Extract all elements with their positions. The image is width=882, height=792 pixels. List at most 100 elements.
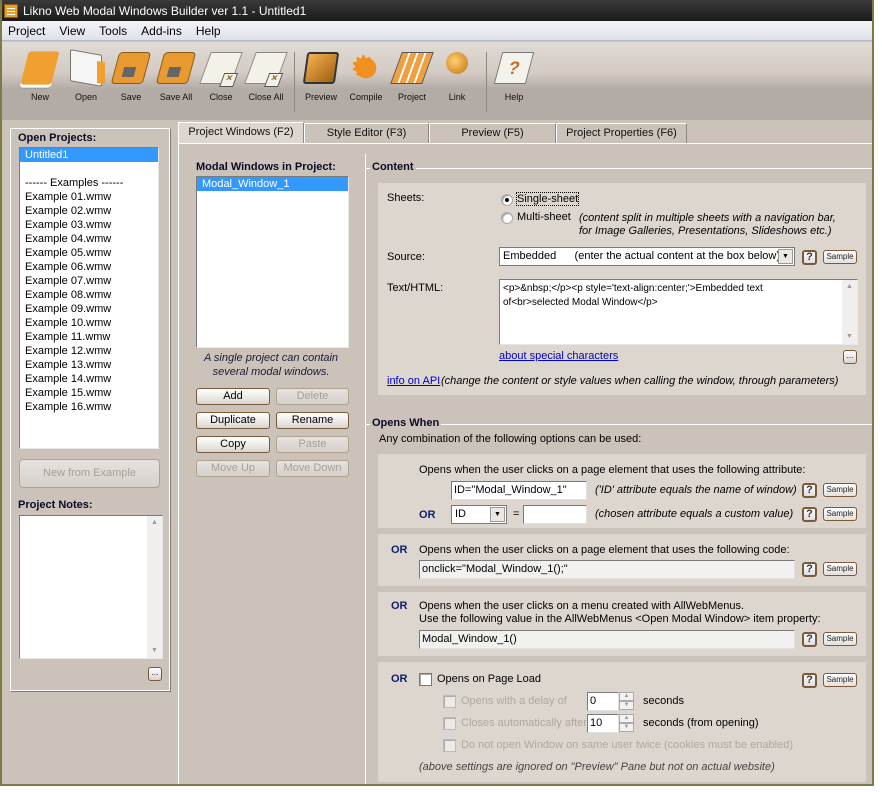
multi-sheet-label[interactable]: Multi-sheet xyxy=(517,211,571,223)
scroll-up-icon[interactable]: ▲ xyxy=(842,280,857,294)
menu-sample-button[interactable]: Sample xyxy=(823,632,857,646)
delete-button[interactable]: Delete xyxy=(276,388,349,405)
move-down-button[interactable]: Move Down xyxy=(276,460,349,477)
page-load-label[interactable]: Opens on Page Load xyxy=(437,673,541,685)
open-button[interactable]: Open xyxy=(63,49,109,102)
save-all-button[interactable]: Save All xyxy=(153,52,199,102)
tab-style-editor[interactable]: Style Editor (F3) xyxy=(304,123,429,144)
preview-button[interactable]: Preview xyxy=(298,52,344,102)
menu-value-field[interactable]: Modal_Window_1() xyxy=(419,630,795,649)
close-button[interactable]: Close xyxy=(198,52,244,102)
project-item[interactable]: Example 05.wmw xyxy=(20,246,158,260)
api-info-link[interactable]: info on API xyxy=(387,375,440,387)
project-item[interactable]: Example 10.wmw xyxy=(20,316,158,330)
scroll-up-icon[interactable]: ▲ xyxy=(147,516,162,530)
autoclose-checkbox[interactable] xyxy=(443,717,456,730)
project-item[interactable]: Example 09.wmw xyxy=(20,302,158,316)
notes-ellipsis-button[interactable]: ... xyxy=(148,667,162,681)
project-item[interactable]: Example 16.wmw xyxy=(20,400,158,414)
text-html-scrollbar[interactable]: ▲ ▼ xyxy=(842,280,857,344)
code-sample-button[interactable]: Sample xyxy=(823,562,857,576)
source-select[interactable]: Embedded (enter the actual content at th… xyxy=(499,247,795,266)
delay-checkbox[interactable] xyxy=(443,695,456,708)
scroll-down-icon[interactable]: ▼ xyxy=(147,644,162,658)
move-up-button[interactable]: Move Up xyxy=(196,460,270,477)
special-characters-link[interactable]: about special characters xyxy=(499,350,618,362)
code-help-button[interactable]: ? xyxy=(802,562,817,577)
project-item[interactable]: Example 13.wmw xyxy=(20,358,158,372)
delay-label: Opens with a delay of xyxy=(461,695,567,707)
copy-button[interactable]: Copy xyxy=(196,436,270,453)
multi-sheet-radio[interactable] xyxy=(501,212,513,224)
code-value-field[interactable]: onclick="Modal_Window_1();" xyxy=(419,560,795,579)
project-item[interactable]: Example 01.wmw xyxy=(20,190,158,204)
source-help-button[interactable]: ? xyxy=(802,250,817,265)
project-item[interactable]: Untitled1 xyxy=(20,148,158,162)
dropdown-arrow-icon[interactable]: ▼ xyxy=(490,507,505,522)
close-all-button[interactable]: Close All xyxy=(243,52,289,102)
duplicate-button[interactable]: Duplicate xyxy=(196,412,270,429)
custom-sample-button[interactable]: Sample xyxy=(823,507,857,521)
project-item[interactable]: Example 11.wmw xyxy=(20,330,158,344)
modal-window-item[interactable]: Modal_Window_1 xyxy=(197,177,348,191)
project-item[interactable]: Example 06.wmw xyxy=(20,260,158,274)
page-load-help-button[interactable]: ? xyxy=(802,673,817,688)
page-load-sample-button[interactable]: Sample xyxy=(823,673,857,687)
project-item[interactable]: Example 02.wmw xyxy=(20,204,158,218)
page-load-checkbox[interactable] xyxy=(419,673,432,686)
rename-button[interactable]: Rename xyxy=(276,412,349,429)
custom-value-field[interactable] xyxy=(523,505,587,524)
menu-add-ins[interactable]: Add-ins xyxy=(135,24,190,38)
close-doc-icon xyxy=(199,52,243,84)
tab-preview[interactable]: Preview (F5) xyxy=(429,123,556,144)
project-item[interactable]: Example 07.wmw xyxy=(20,274,158,288)
project-item[interactable]: Example 08.wmw xyxy=(20,288,158,302)
tab-project-windows[interactable]: Project Windows (F2) xyxy=(178,122,304,144)
attribute-help-button[interactable]: ? xyxy=(802,483,817,498)
menu-project[interactable]: Project xyxy=(2,24,53,38)
add-button[interactable]: Add xyxy=(196,388,270,405)
autoclose-field[interactable]: 10 xyxy=(587,714,619,733)
page-load-option-section: OR Opens on Page Load ? Sample Opens wit… xyxy=(378,662,866,782)
open-projects-list[interactable]: Untitled1 ------ Examples ------ Example… xyxy=(19,147,159,449)
text-html-textarea[interactable]: <p>&nbsp;</p><p style='text-align:center… xyxy=(499,279,858,345)
once-per-user-checkbox[interactable] xyxy=(443,739,456,752)
custom-help-button[interactable]: ? xyxy=(802,507,817,522)
dropdown-arrow-icon[interactable]: ▼ xyxy=(778,249,793,264)
custom-attribute-select[interactable]: ID ▼ xyxy=(451,505,507,524)
text-html-ellipsis-button[interactable]: ... xyxy=(843,350,857,364)
menu-help[interactable]: Help xyxy=(190,24,229,38)
save-button[interactable]: Save xyxy=(108,52,154,102)
menu-help-button[interactable]: ? xyxy=(802,632,817,647)
project-item[interactable]: Example 12.wmw xyxy=(20,344,158,358)
project-button[interactable]: Project xyxy=(389,52,435,102)
project-item[interactable]: Example 14.wmw xyxy=(20,372,158,386)
app-icon[interactable] xyxy=(4,3,18,18)
link-button[interactable]: Link xyxy=(434,52,480,102)
compile-button[interactable]: Compile xyxy=(343,50,389,102)
single-sheet-radio[interactable] xyxy=(501,194,513,206)
menu-tools[interactable]: Tools xyxy=(93,24,135,38)
new-from-example-button[interactable]: New from Example xyxy=(19,459,160,488)
project-item[interactable]: Example 04.wmw xyxy=(20,232,158,246)
notes-scrollbar[interactable]: ▲ ▼ xyxy=(147,516,162,658)
scroll-down-icon[interactable]: ▼ xyxy=(842,330,857,344)
delay-field[interactable]: 0 xyxy=(587,692,619,711)
project-item[interactable]: Example 03.wmw xyxy=(20,218,158,232)
source-sample-button[interactable]: Sample xyxy=(823,250,857,264)
attribute-value-field[interactable]: ID="Modal_Window_1" xyxy=(451,481,587,500)
project-item[interactable]: Example 15.wmw xyxy=(20,386,158,400)
paste-button[interactable]: Paste xyxy=(276,436,349,453)
new-button[interactable]: New xyxy=(17,51,63,102)
save-all-label: Save All xyxy=(159,92,193,102)
tab-project-properties[interactable]: Project Properties (F6) xyxy=(556,123,687,144)
delay-spinner[interactable]: ▲ ▼ xyxy=(619,692,634,711)
autoclose-spinner[interactable]: ▲ ▼ xyxy=(619,714,634,733)
attribute-sample-button[interactable]: Sample xyxy=(823,483,857,497)
project-notes-textarea[interactable]: ▲ ▼ xyxy=(19,515,163,659)
menu-view[interactable]: View xyxy=(53,24,93,38)
modal-windows-list[interactable]: Modal_Window_1 xyxy=(196,176,349,348)
help-button[interactable]: ? Help xyxy=(491,52,537,102)
save-disk-icon xyxy=(110,52,152,84)
single-sheet-label[interactable]: Single-sheet xyxy=(515,192,580,206)
